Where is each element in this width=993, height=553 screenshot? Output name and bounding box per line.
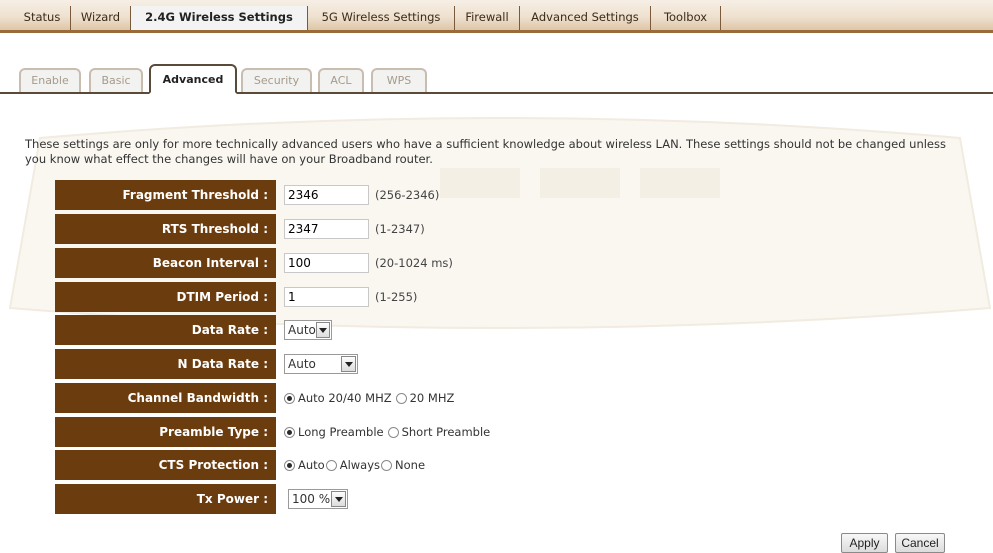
nav-firewall[interactable]: Firewall [455,6,520,30]
bandwidth-20mhz-label: 20 MHZ [409,391,455,405]
n-data-rate-label: N Data Rate : [55,349,276,379]
n-data-rate-select[interactable]: Auto [284,354,358,374]
rts-threshold-row: RTS Threshold : (1-2347) [55,214,885,244]
cts-protection-label: CTS Protection : [55,450,276,480]
dtim-period-input[interactable] [284,287,369,307]
page-description: These settings are only for more technic… [25,137,946,166]
fragment-threshold-label: Fragment Threshold : [55,180,276,210]
cts-protection-row: CTS Protection : Auto Always None [55,450,885,480]
preamble-short-radio[interactable] [387,426,399,438]
tab-enable[interactable]: Enable [19,68,81,92]
chevron-down-icon[interactable] [315,322,330,338]
cancel-button[interactable]: Cancel [895,533,945,553]
tx-power-select[interactable]: 100 % [288,489,348,509]
bandwidth-20mhz-radio[interactable] [395,392,407,404]
tab-advanced[interactable]: Advanced [149,64,237,94]
dtim-period-label: DTIM Period : [55,282,276,312]
data-rate-value: Auto [288,323,316,337]
beacon-interval-range: (20-1024 ms) [375,256,453,270]
preamble-long-label: Long Preamble [298,425,384,439]
beacon-interval-label: Beacon Interval : [55,248,276,278]
preamble-type-row: Preamble Type : Long Preamble Short Prea… [55,417,885,447]
chevron-down-icon[interactable] [341,356,356,372]
preamble-long-radio[interactable] [284,426,295,438]
cts-none-label: None [395,458,426,472]
dtim-period-row: DTIM Period : (1-255) [55,282,885,312]
beacon-interval-input[interactable] [284,253,369,273]
tx-power-row: Tx Power : 100 % [55,484,885,514]
top-navigation: Status Wizard 2.4G Wireless Settings 5G … [0,0,993,33]
beacon-interval-row: Beacon Interval : (20-1024 ms) [55,248,885,278]
fragment-threshold-range: (256-2346) [375,188,440,202]
cts-auto-label: Auto [298,458,325,472]
cts-always-radio[interactable] [325,459,337,471]
preamble-short-label: Short Preamble [401,425,491,439]
dtim-period-range: (1-255) [375,290,418,304]
rts-threshold-range: (1-2347) [375,222,425,236]
rts-threshold-input[interactable] [284,219,369,239]
fragment-threshold-row: Fragment Threshold : (256-2346) [55,180,885,210]
bandwidth-auto-radio[interactable] [284,392,295,404]
bandwidth-auto-label: Auto 20/40 MHZ [298,391,392,405]
channel-bandwidth-label: Channel Bandwidth : [55,383,276,413]
tab-basic[interactable]: Basic [89,68,143,92]
tab-wps[interactable]: WPS [371,68,427,92]
tab-acl[interactable]: ACL [318,68,364,92]
n-data-rate-row: N Data Rate : Auto [55,349,885,379]
tx-power-label: Tx Power : [55,484,276,514]
nav-status[interactable]: Status [14,6,71,30]
data-rate-select[interactable]: Auto [284,320,332,340]
preamble-type-label: Preamble Type : [55,417,276,447]
fragment-threshold-input[interactable] [284,185,369,205]
nav-advanced-settings[interactable]: Advanced Settings [520,6,651,30]
nav-24g-wireless-settings[interactable]: 2.4G Wireless Settings [131,6,308,30]
n-data-rate-value: Auto [288,357,316,371]
chevron-down-icon[interactable] [331,491,346,507]
nav-5g-wireless-settings[interactable]: 5G Wireless Settings [308,6,455,30]
data-rate-label: Data Rate : [55,315,276,345]
cts-auto-radio[interactable] [284,459,295,471]
tab-security[interactable]: Security [241,68,312,92]
tx-power-value: 100 % [292,492,331,506]
cts-none-radio[interactable] [381,459,393,471]
apply-button[interactable]: Apply [841,533,888,553]
wireless-subtabs: Enable Basic Advanced Security ACL WPS [0,64,993,94]
cts-always-label: Always [339,458,381,472]
nav-toolbox[interactable]: Toolbox [651,6,721,30]
data-rate-row: Data Rate : Auto [55,315,885,345]
nav-wizard[interactable]: Wizard [71,6,131,30]
channel-bandwidth-row: Channel Bandwidth : Auto 20/40 MHZ 20 MH… [55,383,885,413]
rts-threshold-label: RTS Threshold : [55,214,276,244]
